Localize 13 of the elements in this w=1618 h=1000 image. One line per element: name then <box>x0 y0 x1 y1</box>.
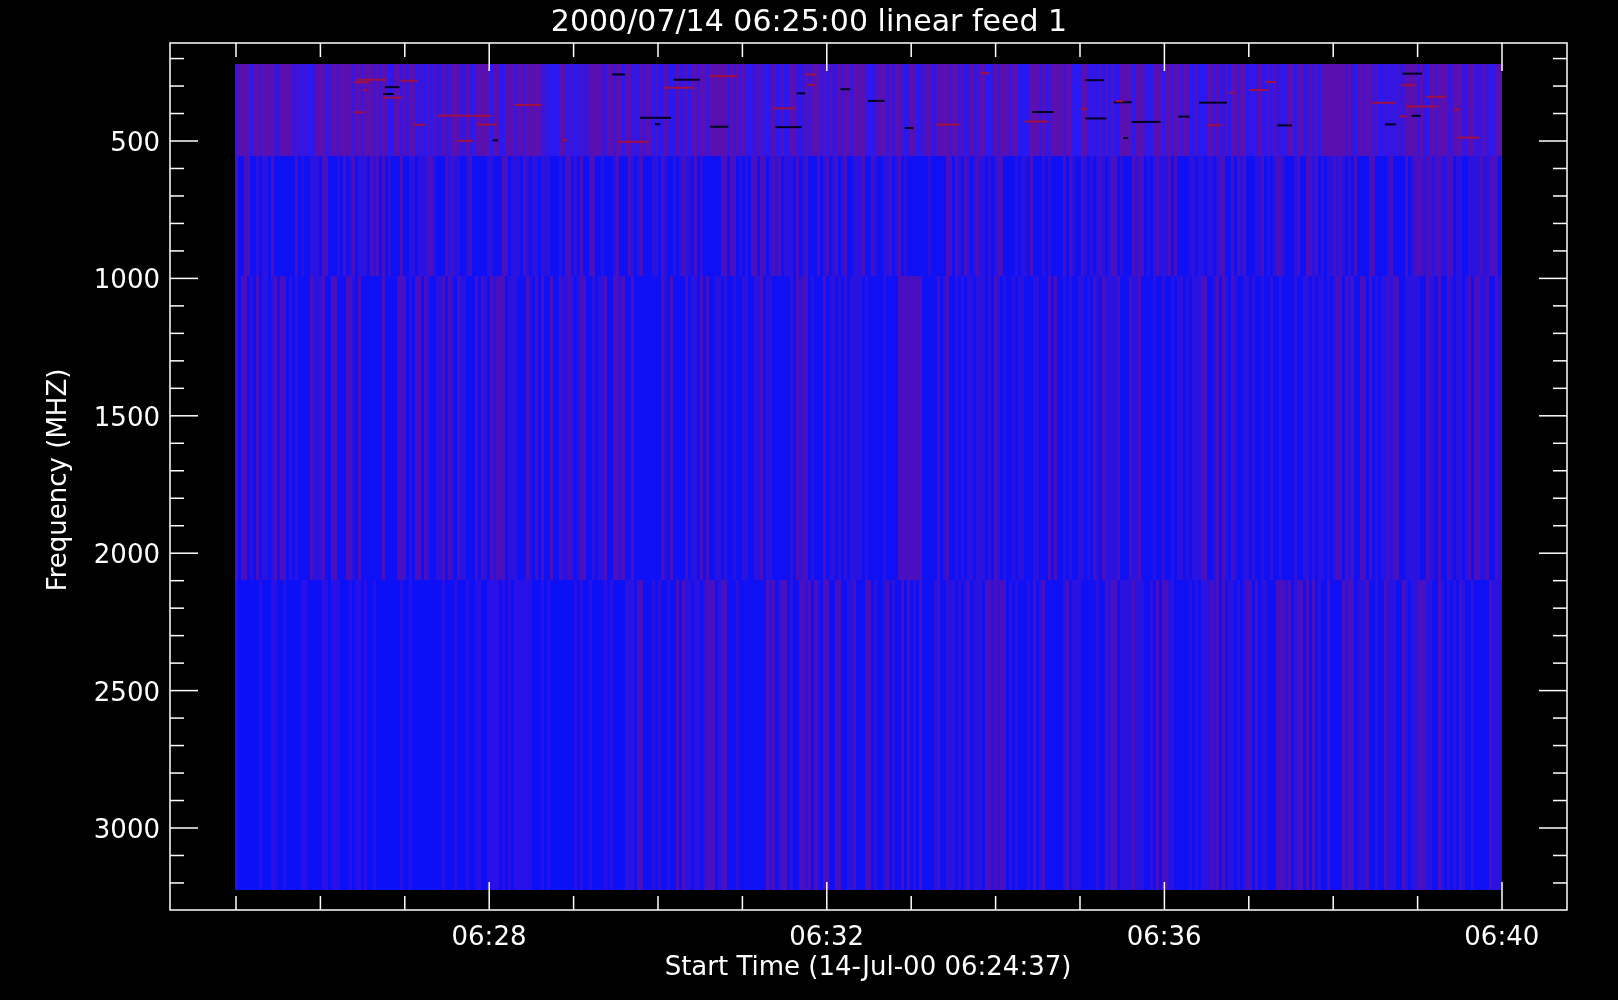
y-tick-label: 1500 <box>93 401 160 432</box>
x-axis-label: Start Time (14-Jul-00 06:24:37) <box>664 951 1072 981</box>
plot-title: 2000/07/14 06:25:00 linear feed 1 <box>550 3 1068 38</box>
y-tick-label: 3000 <box>93 814 160 844</box>
y-tick-label: 2000 <box>93 539 160 570</box>
y-tick-label: 2500 <box>93 676 160 707</box>
x-tick-label: 06:36 <box>1126 921 1202 951</box>
x-tick-label: 06:32 <box>789 921 865 951</box>
x-tick-label: 06:28 <box>451 921 527 951</box>
y-axis-label: Frequency (MHZ) <box>42 368 72 592</box>
x-tick-label: 06:40 <box>1464 921 1540 951</box>
y-tick-label: 1000 <box>93 264 160 295</box>
y-tick-label: 500 <box>110 127 160 157</box>
